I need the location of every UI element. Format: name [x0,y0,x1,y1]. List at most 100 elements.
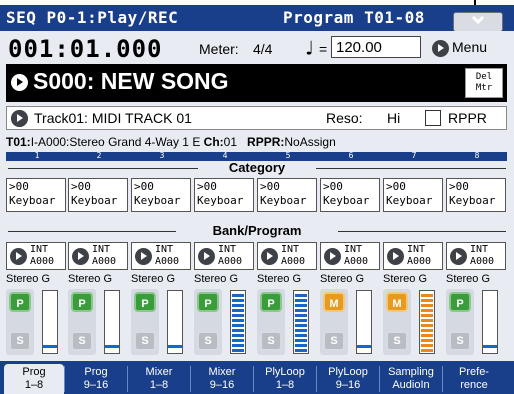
tab-label-line1: Sampling [388,366,434,378]
play-button[interactable]: P [134,292,156,312]
tab-separator [64,366,65,392]
category-button[interactable]: >00 Keyboar [320,178,380,212]
bank-program-button[interactable]: INT A000 [446,242,506,270]
rppr-info-value: NoAssign [284,135,336,149]
category-button[interactable]: >00 Keyboar [194,178,254,212]
tab-prog-9-16[interactable]: Prog 9–16 [66,364,126,394]
page-title: SEQ P0-1:Play/REC [6,8,179,27]
tab-plyloop-1-8[interactable]: PlyLoop 1–8 [255,364,315,394]
tab-label-line2: 1–8 [275,379,295,391]
solo-button[interactable]: S [449,331,471,351]
volume-slider[interactable] [230,290,246,354]
tab-label-line1: PlyLoop [265,366,305,378]
arrow-right-icon [387,248,404,265]
category-button[interactable]: >00 Keyboar [6,178,66,212]
bank-program-button[interactable]: INT A000 [68,242,128,270]
program-number: A000 [92,256,117,267]
volume-slider[interactable] [293,290,309,354]
category-number: >00 [323,180,343,193]
volume-slider[interactable] [482,290,498,354]
solo-button[interactable]: S [197,331,219,351]
menu-label: Menu [452,39,488,55]
slider-knob[interactable] [168,345,182,348]
tab-label-line2: rence [460,379,488,391]
meter-label: Meter: [199,41,239,57]
category-button[interactable]: >00 Keyboar [257,178,317,212]
program-number: A000 [407,256,432,267]
volume-slider[interactable] [419,290,435,354]
rppr-label: RPPR [448,110,487,126]
category-button[interactable]: >00 Keyboar [446,178,506,212]
channel-number: 2 [96,151,102,160]
category-button[interactable]: >00 Keyboar [68,178,128,212]
category-name: Keyboar [386,194,433,207]
mute-button[interactable]: M [386,292,408,312]
song-select[interactable]: S000: NEW SONG Del Mtr [6,64,507,102]
tab-prefe-rence[interactable]: Prefe-rence [444,364,504,394]
menu-button[interactable]: Menu [432,39,487,57]
reso-value[interactable]: Hi [387,110,400,126]
program-name: Stereo G [320,273,365,285]
play-button[interactable]: P [197,292,219,312]
bank-program-button[interactable]: INT A000 [131,242,191,270]
slider-knob[interactable] [357,345,371,348]
meter-value[interactable]: 4/4 [253,41,272,57]
arrow-right-icon [10,248,27,265]
play-button[interactable]: P [9,292,31,312]
solo-button[interactable]: S [9,331,31,351]
bank-program-button[interactable]: INT A000 [320,242,380,270]
solo-button[interactable]: S [323,331,345,351]
category-number: >00 [134,180,154,193]
solo-button[interactable]: S [260,331,282,351]
arrow-right-icon [198,248,215,265]
level-meter-fill [295,293,307,352]
tab-sampling-audioin[interactable]: Sampling AudioIn [381,364,441,394]
bank-program-button[interactable]: INT A000 [6,242,66,270]
rppr-checkbox[interactable] [425,110,441,126]
track-select-row: Track01: MIDI TRACK 01 Reso: Hi RPPR [6,106,507,130]
category-button[interactable]: >00 Keyboar [131,178,191,212]
tab-mixer-9-16[interactable]: Mixer 9–16 [192,364,252,394]
category-button[interactable]: >00 Keyboar [383,178,443,212]
tab-separator [442,366,443,392]
program-name: Stereo G [6,273,51,285]
solo-button[interactable]: S [134,331,156,351]
tab-prog-1-8[interactable]: Prog 1–8 [4,364,64,394]
slider-knob[interactable] [483,345,497,348]
bank-program-button[interactable]: INT A000 [194,242,254,270]
slider-knob[interactable] [105,345,119,348]
volume-slider[interactable] [167,290,183,354]
solo-button[interactable]: S [386,331,408,351]
solo-button[interactable]: S [71,331,93,351]
program-full-name: I-A000:Stereo Grand 4-Way 1 E [30,135,201,149]
track-select[interactable]: Track01: MIDI TRACK 01 [34,110,192,126]
volume-slider[interactable] [42,290,58,354]
tab-plyloop-9-16[interactable]: PlyLoop 9–16 [318,364,378,394]
slider-knob[interactable] [43,345,57,348]
volume-slider[interactable] [104,290,120,354]
play-button[interactable]: P [71,292,93,312]
location-display[interactable]: 001:01.000 [8,35,163,63]
volume-slider[interactable] [356,290,372,354]
arrow-right-icon[interactable] [11,110,28,127]
delete-meter-button[interactable]: Del Mtr [465,68,503,98]
tab-mixer-1-8[interactable]: Mixer 1–8 [129,364,189,394]
tab-label-line1: PlyLoop [328,366,368,378]
tempo-field[interactable]: 120.00 [331,36,421,58]
tab-label-line1: Prefe- [459,366,489,378]
page-menu-button[interactable] [453,12,503,32]
bank-program-button[interactable]: INT A000 [257,242,317,270]
channel-number: 7 [411,151,417,160]
bank-program-header: Bank/Program [212,223,302,238]
play-button[interactable]: P [260,292,282,312]
bank-name: INT [218,244,237,255]
play-button[interactable]: P [449,292,471,312]
header-bar: SEQ P0-1:Play/REC Program T01-08 [0,5,514,32]
tab-label-line1: Mixer [145,366,173,378]
bank-program-button[interactable]: INT A000 [383,242,443,270]
category-name: Keyboar [197,194,244,207]
mute-button[interactable]: M [323,292,345,312]
quarter-note-icon: ♩ [303,36,316,60]
arrow-right-icon[interactable] [11,74,28,91]
arrow-right-icon [135,248,152,265]
